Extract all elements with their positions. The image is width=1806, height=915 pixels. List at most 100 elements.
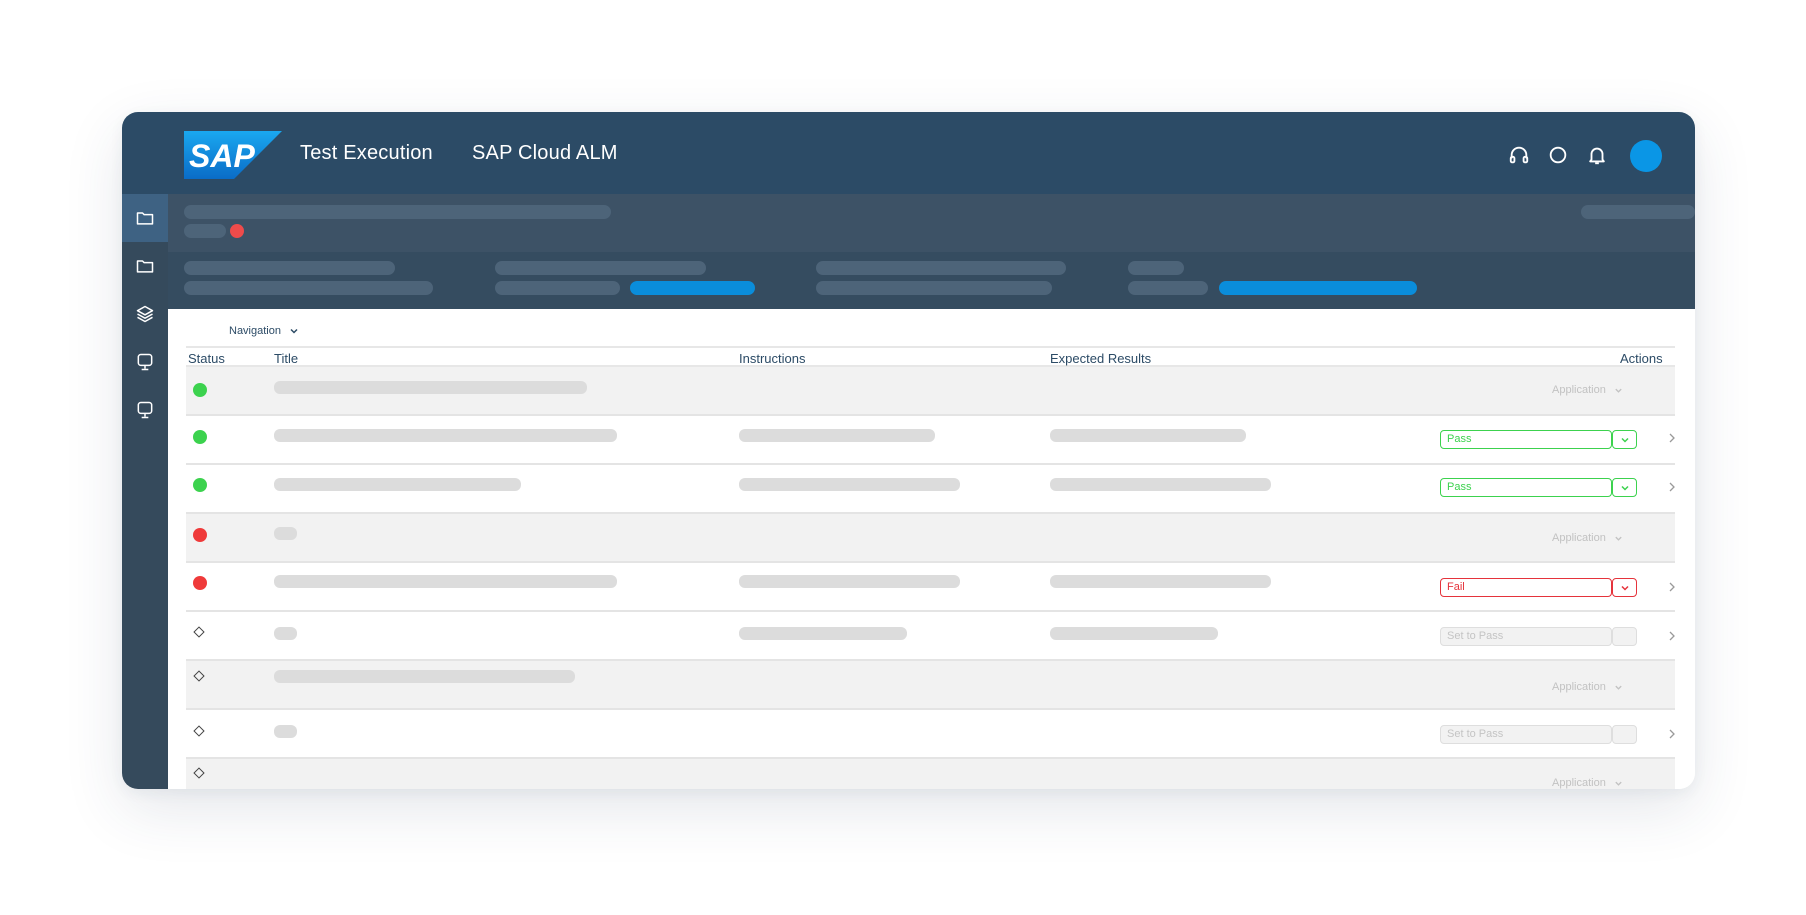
expected-results-placeholder [1050,478,1271,491]
column-header-actions[interactable]: Actions [1620,351,1663,366]
sidenav-item-monitor[interactable] [122,338,168,386]
facet-link-placeholder[interactable] [630,281,755,295]
chevron-down-icon [1620,585,1629,591]
bell-icon[interactable] [1586,144,1608,166]
folder-icon [136,212,154,225]
pass-status-button[interactable]: Pass [1440,478,1637,497]
table-row[interactable]: Application [186,514,1675,563]
expected-results-placeholder [1050,575,1271,588]
facet-value-placeholder [816,281,1052,295]
sidenav-item-monitor-2[interactable] [122,386,168,434]
title-placeholder [274,670,575,683]
chevron-right-icon[interactable] [1668,582,1676,592]
status-dropdown-button[interactable] [1612,430,1637,449]
monitor-icon [137,401,153,419]
sap-logo[interactable]: SAP [184,131,282,179]
table-header: Status Title Instructions Expected Resul… [186,346,1675,367]
table-row[interactable]: Pass [186,416,1675,465]
app-window: SAP Test Execution SAP Cloud ALM Navigat… [122,112,1695,789]
title-placeholder [274,478,521,491]
chevron-right-icon[interactable] [1668,631,1676,641]
set-to-pass-button[interactable]: Set to Pass [1440,627,1637,646]
chevron-down-icon [1620,485,1629,491]
chevron-right-icon[interactable] [1668,729,1676,739]
instructions-placeholder [739,478,960,491]
user-avatar[interactable] [1630,140,1662,172]
column-header-title[interactable]: Title [274,351,298,366]
object-header [168,194,1695,252]
status-not-started-icon [193,670,205,682]
application-label: Application [1552,532,1606,544]
table-row[interactable]: Pass [186,465,1675,514]
set-to-pass-label[interactable]: Set to Pass [1440,627,1612,646]
facet-label-placeholder [184,261,395,275]
expected-results-placeholder [1050,429,1246,442]
expected-results-placeholder [1050,627,1218,640]
application-select[interactable]: Application [1552,532,1623,544]
header-subtitle-placeholder [184,224,226,238]
status-dropdown-button[interactable] [1612,578,1637,597]
application-select[interactable]: Application [1552,384,1623,396]
headset-icon[interactable] [1508,144,1530,166]
table-row[interactable]: Set to Pass [186,710,1675,759]
fail-status-label[interactable]: Fail [1440,578,1612,597]
fail-status-button[interactable]: Fail [1440,578,1637,597]
pass-status-button[interactable]: Pass [1440,430,1637,449]
pass-status-label[interactable]: Pass [1440,478,1612,497]
sap-logo-text: SAP [189,138,255,174]
application-select[interactable]: Application [1552,681,1623,693]
title-placeholder [274,527,297,540]
set-to-pass-button[interactable]: Set to Pass [1440,725,1637,744]
sidenav-item-layers[interactable] [122,290,168,338]
side-navigation [122,194,168,789]
set-to-pass-label[interactable]: Set to Pass [1440,725,1612,744]
column-header-status[interactable]: Status [188,351,225,366]
status-dropdown-button[interactable] [1612,478,1637,497]
table-row[interactable]: Application [186,759,1675,789]
facet-value-placeholder [1128,281,1208,295]
table-row[interactable]: Application [186,661,1675,710]
title-placeholder [274,725,297,738]
header-facets [168,252,1695,309]
column-header-instructions[interactable]: Instructions [739,351,805,366]
application-label: Application [1552,384,1606,396]
instructions-placeholder [739,429,935,442]
layers-icon [136,305,154,323]
facet-label-placeholder [1128,261,1184,275]
pass-status-label[interactable]: Pass [1440,430,1612,449]
facet-link-placeholder[interactable] [1219,281,1417,295]
column-header-expected-results[interactable]: Expected Results [1050,351,1151,366]
status-dot-green [193,478,207,492]
sidenav-item-folder[interactable] [122,242,168,290]
application-select[interactable]: Application [1552,777,1623,789]
chevron-right-icon[interactable] [1668,482,1676,492]
facet-value-placeholder [495,281,620,295]
navigation-select[interactable]: Navigation [229,325,299,337]
status-dot-green [193,383,207,397]
app-title: Test Execution [300,142,433,164]
title-placeholder [274,575,617,588]
application-label: Application [1552,681,1606,693]
sidenav-item-folder-active[interactable] [122,194,168,242]
status-dot-red [193,528,207,542]
status-not-started-icon [193,767,205,779]
status-dot-red [193,576,207,590]
shell-bar: SAP Test Execution SAP Cloud ALM [122,112,1695,194]
status-dropdown-button[interactable] [1612,627,1637,646]
folder-icon [136,260,154,273]
navigation-label: Navigation [229,325,281,337]
table-row[interactable]: Fail [186,563,1675,612]
application-label: Application [1552,777,1606,789]
help-circle-icon[interactable] [1547,144,1569,166]
table-row[interactable]: Application [186,367,1675,416]
table-row[interactable]: Set to Pass [186,612,1675,661]
product-name: SAP Cloud ALM [472,142,618,164]
instructions-placeholder [739,627,907,640]
header-status-dot [230,224,244,238]
title-placeholder [274,627,297,640]
status-dropdown-button[interactable] [1612,725,1637,744]
status-not-started-icon [193,626,205,638]
chevron-right-icon[interactable] [1668,433,1676,443]
header-action-placeholder[interactable] [1581,205,1695,219]
title-placeholder [274,429,617,442]
